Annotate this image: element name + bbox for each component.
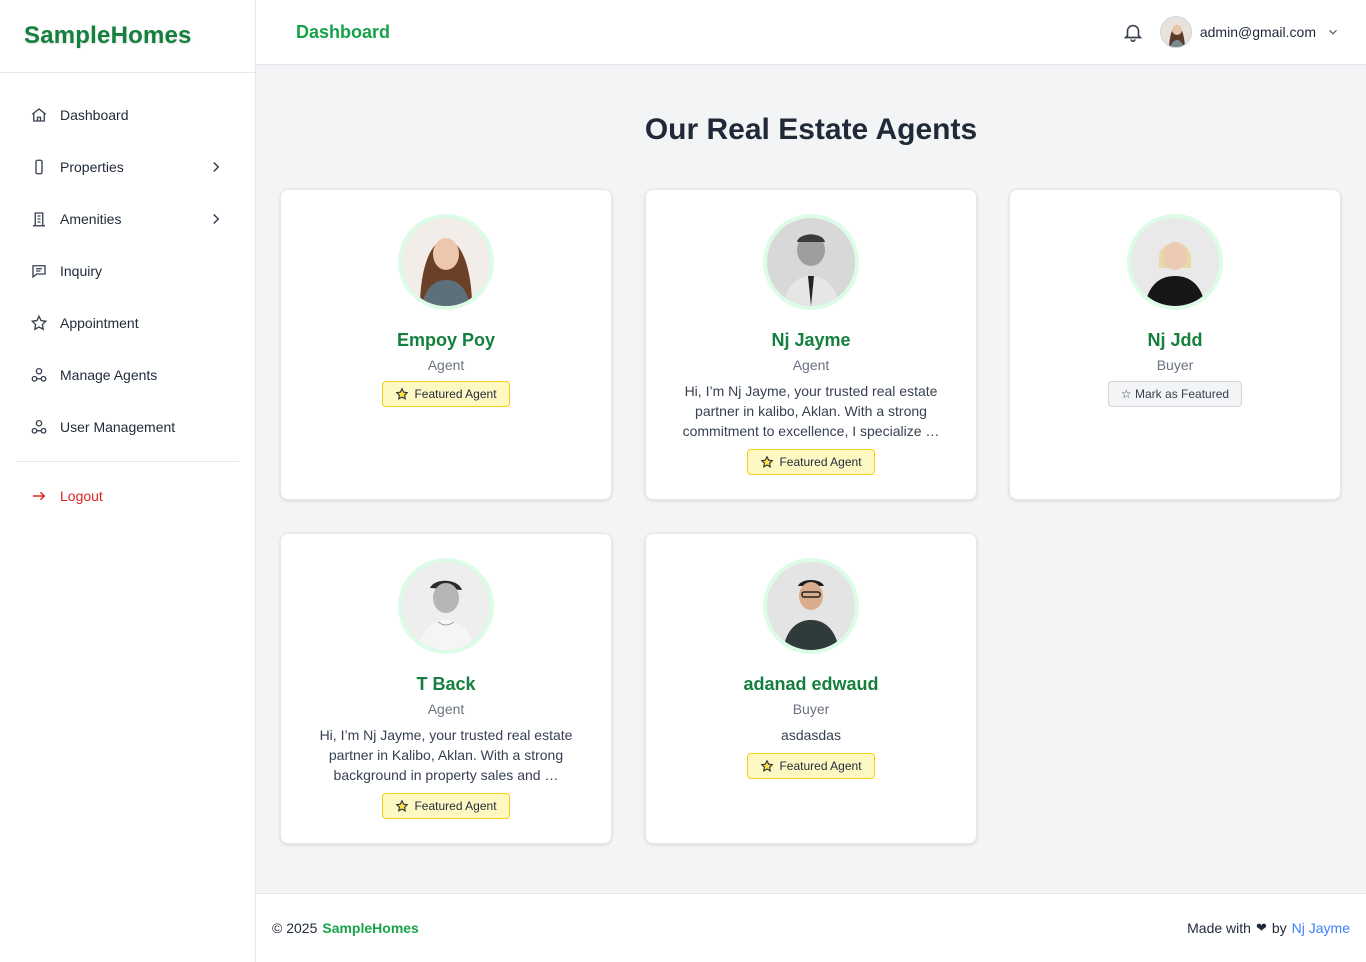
- agent-name: adanad edwaud: [743, 674, 879, 694]
- agent-name: Empoy Poy: [396, 330, 496, 350]
- avatar[interactable]: [1159, 16, 1192, 48]
- sidebar-item-label: Inquiry: [60, 263, 103, 279]
- mark-featured-button[interactable]: ☆ Mark as Featured: [1107, 381, 1243, 407]
- star-icon: [30, 314, 48, 332]
- star-icon: [761, 455, 774, 468]
- sidebar-item-label: Amenities: [60, 211, 122, 227]
- agent-avatar: [398, 558, 494, 654]
- message-icon: [30, 262, 48, 280]
- badge-label: Featured Agent: [779, 759, 862, 773]
- agent-name: Nj Jayme: [771, 330, 851, 350]
- agent-avatar: [398, 214, 494, 310]
- building-icon: [30, 210, 48, 228]
- agent-name: Nj Jdd: [1147, 330, 1203, 350]
- agent-card: Nj Jdd Buyer ☆ Mark as Featured: [1009, 189, 1341, 500]
- agent-bio: asdasdas: [781, 727, 841, 743]
- badge-label: Featured Agent: [414, 799, 497, 813]
- agent-role: Buyer: [1156, 357, 1194, 373]
- agent-role: Buyer: [792, 701, 830, 717]
- agent-avatar: [763, 214, 859, 310]
- sidebar-item-label: Properties: [60, 159, 124, 175]
- made-with: Made with ❤ by Nj Jayme: [1187, 920, 1350, 936]
- agent-bio: Hi, I’m Nj Jayme, your trusted real esta…: [682, 383, 940, 439]
- sidebar: SampleHomes Dashboard Properties Ameniti…: [0, 0, 256, 962]
- logout-label: Logout: [60, 488, 103, 504]
- agent-card: Nj Jayme Agent Hi, I’m Nj Jayme, your tr…: [645, 189, 977, 500]
- agent-bio: Hi, I’m Nj Jayme, your trusted real esta…: [319, 727, 573, 783]
- featured-badge[interactable]: Featured Agent: [382, 381, 510, 407]
- footer: © 2025 SampleHomes Made with ❤ by Nj Jay…: [256, 893, 1366, 962]
- phone-icon: [30, 158, 48, 176]
- section-heading: Our Real Estate Agents: [644, 113, 978, 146]
- users-icon: [30, 366, 48, 384]
- agent-avatar: [1127, 214, 1223, 310]
- top-bar: Dashboard admin@gmail.com: [256, 0, 1366, 65]
- arrow-right-icon: [30, 487, 48, 505]
- bell-icon[interactable]: [1122, 21, 1144, 43]
- user-email[interactable]: admin@gmail.com: [1200, 24, 1316, 40]
- made-with-text: Made with: [1187, 920, 1251, 936]
- agent-role: Agent: [427, 357, 465, 373]
- page-title: Dashboard: [296, 21, 391, 42]
- main-content: Our Real Estate Agents Empoy Poy Agent F…: [256, 65, 1366, 893]
- home-icon: [30, 106, 48, 124]
- sidebar-divider: [16, 461, 239, 462]
- logout-button[interactable]: Logout: [0, 470, 255, 522]
- sidebar-item-inquiry[interactable]: Inquiry: [0, 245, 255, 297]
- badge-label: Featured Agent: [779, 455, 862, 469]
- sidebar-item-label: Manage Agents: [60, 367, 158, 383]
- featured-badge[interactable]: Featured Agent: [382, 793, 510, 819]
- user-area: admin@gmail.com: [1122, 16, 1340, 48]
- sidebar-item-amenities[interactable]: Amenities: [0, 193, 255, 245]
- chevron-right-icon: [213, 161, 220, 173]
- users-icon: [30, 418, 48, 436]
- brand-area: SampleHomes: [0, 0, 255, 73]
- star-icon: [396, 387, 409, 400]
- copyright-text: © 2025: [272, 920, 318, 936]
- badge-label: ☆ Mark as Featured: [1120, 387, 1230, 401]
- sidebar-item-dashboard[interactable]: Dashboard: [0, 89, 255, 141]
- featured-badge[interactable]: Featured Agent: [747, 753, 875, 779]
- agent-card: T Back Agent Hi, I’m Nj Jayme, your trus…: [280, 533, 612, 844]
- agent-name: T Back: [416, 674, 476, 694]
- sidebar-item-appointment[interactable]: Appointment: [0, 297, 255, 349]
- star-icon: [761, 759, 774, 772]
- heart-icon: ❤: [1255, 920, 1267, 935]
- footer-brand-link[interactable]: SampleHomes: [322, 920, 418, 936]
- sidebar-item-manage-agents[interactable]: Manage Agents: [0, 349, 255, 401]
- agent-role: Agent: [792, 357, 830, 373]
- sidebar-item-properties[interactable]: Properties: [0, 141, 255, 193]
- chevron-right-icon: [213, 213, 220, 225]
- agent-avatar: [763, 558, 859, 654]
- sidebar-item-user-management[interactable]: User Management: [0, 401, 255, 453]
- badge-label: Featured Agent: [414, 387, 497, 401]
- agent-role: Agent: [427, 701, 465, 717]
- by-text: by: [1271, 920, 1287, 936]
- chevron-down-icon[interactable]: [1326, 25, 1340, 39]
- author-link[interactable]: Nj Jayme: [1292, 920, 1350, 936]
- featured-badge[interactable]: Featured Agent: [747, 449, 875, 475]
- agent-card: adanad edwaud Buyer asdasdas Featured Ag…: [645, 533, 977, 844]
- sidebar-item-label: Appointment: [60, 315, 139, 331]
- sidebar-item-label: Dashboard: [60, 107, 129, 123]
- brand-logo-text[interactable]: SampleHomes: [24, 22, 192, 50]
- sidebar-nav: Dashboard Properties Amenities Inquiry A…: [0, 73, 255, 522]
- sidebar-item-label: User Management: [60, 419, 176, 435]
- star-icon: [396, 799, 409, 812]
- agent-card: Empoy Poy Agent Featured Agent: [280, 189, 612, 500]
